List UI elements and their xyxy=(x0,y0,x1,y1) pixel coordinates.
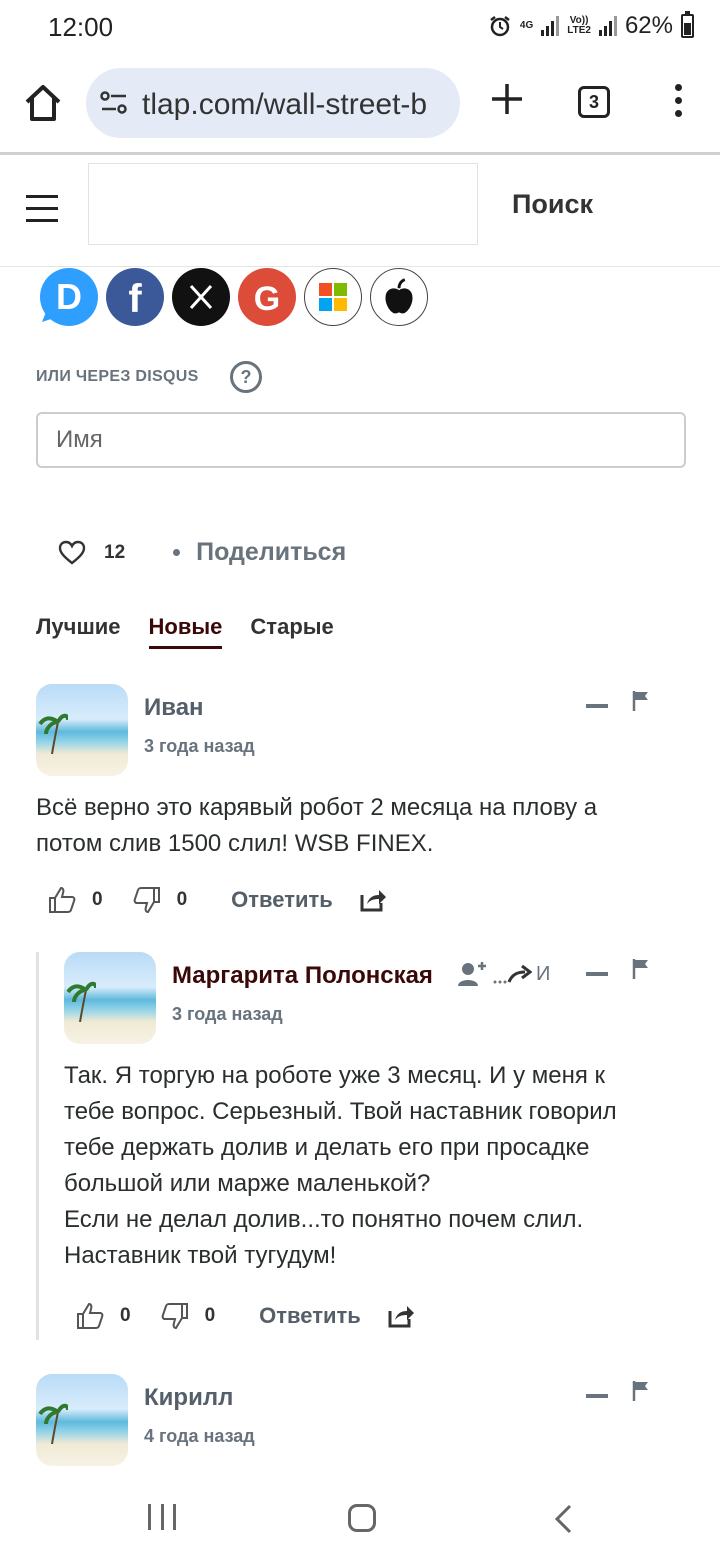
share-icon[interactable] xyxy=(387,1303,415,1329)
share-link[interactable]: Поделиться xyxy=(196,538,346,567)
signal-2-icon xyxy=(598,16,617,36)
name-input[interactable] xyxy=(36,412,686,468)
status-icons: 4G Vo)) LTE2 62% xyxy=(488,11,694,40)
thumbs-down-icon[interactable] xyxy=(133,886,161,914)
signal-icon xyxy=(541,16,560,36)
comment-body: Так. Я торгую на роботе уже 3 месяц. И у… xyxy=(64,1058,617,1274)
comment-author[interactable]: Иван xyxy=(144,694,204,722)
sort-tabs: Лучшие Новые Старые xyxy=(36,614,334,649)
address-bar[interactable]: tlap.com/wall-street-b xyxy=(86,68,460,138)
thumbs-up-icon[interactable] xyxy=(48,886,76,914)
social-login-row: D f G xyxy=(40,268,428,326)
home-nav-icon[interactable] xyxy=(348,1504,376,1532)
network-4g-label: 4G xyxy=(519,20,534,31)
palm-tree-icon xyxy=(38,713,68,754)
comment-line: Так. Я торгую на роботе уже 3 месяц. И у… xyxy=(64,1062,606,1089)
collapse-icon[interactable] xyxy=(586,704,608,708)
thumbs-up-icon[interactable] xyxy=(76,1302,104,1330)
browser-toolbar: tlap.com/wall-street-b 3 xyxy=(0,60,720,152)
google-icon[interactable]: G xyxy=(238,268,296,326)
system-nav-bar xyxy=(0,1478,720,1560)
flag-icon[interactable] xyxy=(632,958,650,980)
search-link[interactable]: Поиск xyxy=(512,189,593,220)
comment-line: тебе вопрос. Серьезный. Твой наставник г… xyxy=(64,1098,617,1125)
comment-line: тебе держать долив и делать его при прос… xyxy=(64,1134,590,1161)
help-icon[interactable]: ? xyxy=(230,361,262,393)
site-logo-placeholder[interactable] xyxy=(88,163,478,245)
reply-meta: И xyxy=(458,960,550,988)
svg-text:D: D xyxy=(56,276,82,317)
alarm-icon xyxy=(490,16,510,37)
or-via-disqus-label: ИЛИ ЧЕРЕЗ DISQUS xyxy=(36,368,199,385)
thread-line xyxy=(36,952,39,1340)
x-icon[interactable] xyxy=(172,268,230,326)
comment-line: потом слив 1500 слил! WSB FINEX. xyxy=(36,830,434,857)
status-time: 12:00 xyxy=(48,12,114,42)
lte2-label: LTE2 xyxy=(567,25,591,36)
downvote-count: 0 xyxy=(176,889,188,910)
upvote-count: 0 xyxy=(120,1305,131,1326)
microsoft-icon[interactable] xyxy=(304,268,362,326)
reply-to-name[interactable]: И xyxy=(536,963,550,986)
facebook-icon[interactable]: f xyxy=(106,268,164,326)
url-text[interactable]: tlap.com/wall-street-b xyxy=(142,88,427,122)
comment-line: Всё верно это карявый робот 2 месяца на … xyxy=(36,794,598,821)
site-settings-icon[interactable] xyxy=(100,90,128,116)
reactions-bar: 12 Поделиться xyxy=(58,538,346,567)
network-lte-label: Vo)) LTE2 xyxy=(567,16,591,36)
disqus-icon[interactable]: D xyxy=(40,268,98,326)
comment-timestamp[interactable]: 3 года назад xyxy=(144,736,255,757)
hamburger-menu-icon[interactable] xyxy=(26,195,58,223)
comment-line: Если не делал долив...то понятно почем с… xyxy=(64,1206,584,1233)
avatar[interactable] xyxy=(64,952,156,1044)
svg-text:f: f xyxy=(128,277,142,321)
comment-timestamp[interactable]: 4 года назад xyxy=(144,1426,255,1447)
heart-icon[interactable] xyxy=(58,540,86,566)
comment-author[interactable]: Маргарита Полонская xyxy=(172,962,433,990)
more-options-icon[interactable] xyxy=(672,84,684,120)
battery-icon xyxy=(681,11,694,38)
thumbs-down-icon[interactable] xyxy=(161,1302,189,1330)
collapse-icon[interactable] xyxy=(586,1394,608,1398)
apple-icon[interactable] xyxy=(370,268,428,326)
palm-tree-icon xyxy=(38,1403,68,1444)
comment-author[interactable]: Кирилл xyxy=(144,1384,233,1412)
new-tab-icon[interactable] xyxy=(490,82,524,116)
reply-to-arrow-icon xyxy=(493,964,532,984)
follow-user-icon[interactable] xyxy=(458,960,488,988)
share-icon[interactable] xyxy=(359,887,387,913)
downvote-count: 0 xyxy=(204,1305,216,1326)
svg-text:G: G xyxy=(254,280,280,318)
tab-oldest[interactable]: Старые xyxy=(250,614,333,649)
separator-dot xyxy=(173,549,181,556)
comment-line: большой или марже маленькой? xyxy=(64,1170,431,1197)
tab-best[interactable]: Лучшие xyxy=(36,614,121,649)
flag-icon[interactable] xyxy=(632,690,650,712)
palm-tree-icon xyxy=(66,981,96,1022)
back-icon[interactable] xyxy=(552,1504,576,1534)
comment-timestamp[interactable]: 3 года назад xyxy=(172,1004,283,1025)
upvote-count: 0 xyxy=(92,889,103,910)
comment-actions: 0 0 Ответить xyxy=(48,886,387,914)
flag-icon[interactable] xyxy=(632,1380,650,1402)
tab-newest[interactable]: Новые xyxy=(148,614,223,649)
comment-line: Наставник твой тугудум! xyxy=(64,1242,337,1269)
comment-body: Всё верно это карявый робот 2 месяца на … xyxy=(36,790,597,862)
tab-switcher-button[interactable]: 3 xyxy=(578,86,610,118)
like-count: 12 xyxy=(104,541,126,563)
reply-button[interactable]: Ответить xyxy=(259,1303,361,1329)
comment-actions: 0 0 Ответить xyxy=(76,1302,415,1330)
home-icon[interactable] xyxy=(22,82,64,124)
status-bar: 12:00 4G Vo)) LTE2 62% xyxy=(0,0,720,56)
avatar[interactable] xyxy=(36,1374,128,1466)
reply-button[interactable]: Ответить xyxy=(231,887,333,913)
recent-apps-icon[interactable] xyxy=(148,1504,176,1532)
collapse-icon[interactable] xyxy=(586,972,608,976)
battery-percent: 62% xyxy=(624,12,673,39)
avatar[interactable] xyxy=(36,684,128,776)
site-header: Поиск xyxy=(0,155,720,267)
